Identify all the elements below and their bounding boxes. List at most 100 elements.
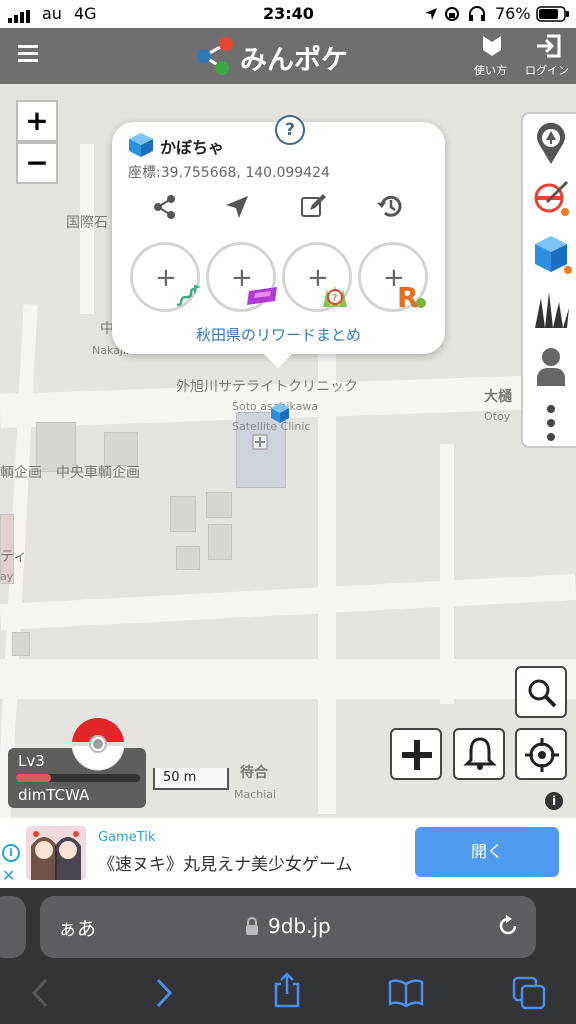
location-arrow-icon <box>424 6 438 25</box>
search-button[interactable] <box>515 666 567 718</box>
reload-icon[interactable] <box>496 914 520 942</box>
scale-bar: 50 m <box>153 768 229 790</box>
ad-close-icon[interactable]: ✕ <box>2 866 15 885</box>
add-route-button[interactable]: + <box>130 242 201 313</box>
notification-button[interactable] <box>453 728 505 780</box>
reward-summary-link[interactable]: 秋田県のリワードまとめ <box>112 324 445 345</box>
map-label: 大樋 <box>484 389 512 405</box>
help-icon[interactable]: ? <box>275 115 305 145</box>
add-mystery-button[interactable]: + ? <box>282 242 352 312</box>
info-icon[interactable]: i <box>545 792 563 810</box>
logo-text[interactable]: みんポケ <box>240 38 348 77</box>
route-flag-icon <box>173 283 201 313</box>
map-label: 中央車輌企画 <box>56 465 140 481</box>
ad-title: 《速ヌキ》丸見えナ美少女ゲーム <box>98 855 353 875</box>
ad-info-icon[interactable]: i <box>2 844 20 862</box>
tabs-icon[interactable] <box>512 976 546 1014</box>
more-options-icon[interactable] <box>546 404 556 446</box>
login-icon[interactable] <box>535 34 561 62</box>
power-spot-icon: R <box>397 281 429 315</box>
building <box>176 546 200 570</box>
crosshair-icon <box>523 736 561 778</box>
player-level: Lv3 <box>18 752 45 770</box>
grass-layer-icon[interactable] <box>533 290 571 334</box>
search-icon <box>526 677 558 713</box>
headphones-icon <box>468 5 486 26</box>
zoom-in-button[interactable]: + <box>16 100 58 142</box>
ad-brand: GameTik <box>98 830 156 845</box>
scale-label: 50 m <box>163 770 197 785</box>
time-label: 23:40 <box>263 4 314 23</box>
map-label: Otoy <box>484 410 511 423</box>
add-pass-button[interactable]: + <box>206 242 279 312</box>
building <box>208 524 232 560</box>
back-icon[interactable] <box>30 978 50 1012</box>
reader-aa-button[interactable]: ぁあ <box>58 914 96 941</box>
popup-pointer <box>262 352 294 368</box>
svg-text:?: ? <box>332 293 337 304</box>
building <box>170 496 196 532</box>
hamburger-menu-icon[interactable] <box>18 44 38 66</box>
map-label: 待合 <box>240 765 268 781</box>
logo-icon <box>194 36 236 80</box>
cube-layer-icon[interactable] <box>533 234 573 280</box>
status-bar: au 4G 23:40 76% <box>0 0 576 28</box>
history-icon[interactable] <box>376 192 404 224</box>
pass-card-icon <box>247 285 279 311</box>
plus-icon <box>400 738 434 776</box>
map-label: ティ <box>0 549 28 565</box>
add-power-spot-button[interactable]: + R <box>358 242 429 315</box>
ad-banner[interactable]: i ✕ GameTik 《速ヌキ》丸見えナ美少女ゲーム 開く <box>0 818 576 888</box>
edit-icon[interactable] <box>300 192 328 224</box>
road <box>440 444 454 704</box>
map-label: 国際石 <box>66 215 108 231</box>
battery-icon <box>536 6 570 26</box>
exp-bar-fill <box>16 774 51 782</box>
locate-me-button[interactable] <box>515 728 567 780</box>
pokestop-cube-icon[interactable] <box>270 402 290 428</box>
pokeball-avatar-icon[interactable] <box>70 716 126 776</box>
bookmarks-icon[interactable] <box>388 978 424 1012</box>
building <box>104 432 138 466</box>
carrier-label: au <box>42 4 62 23</box>
lock-rotation-icon <box>444 6 460 26</box>
person-icon[interactable] <box>535 346 567 390</box>
map-label-clinic: 外旭川サテライトクリニック <box>176 379 358 395</box>
spot-popup: ? かぼちゃ 座標:39.755668, 140.099424 + + + ? … <box>112 115 445 368</box>
svg-text:R: R <box>397 281 419 311</box>
forward-icon[interactable] <box>154 978 174 1012</box>
tree-pin-icon[interactable] <box>535 122 567 170</box>
login-label[interactable]: ログイン <box>525 62 569 78</box>
cube-icon <box>128 132 154 162</box>
url-text[interactable]: 9db.jp <box>268 914 331 938</box>
address-bar[interactable]: ぁあ 9db.jp <box>40 896 536 958</box>
map-label: 輌企画 <box>0 465 42 481</box>
player-name: dimTCWA <box>18 786 90 804</box>
share-sheet-icon[interactable] <box>272 972 302 1014</box>
add-spot-button[interactable] <box>390 728 442 780</box>
spot-title: かぼちゃ <box>160 138 225 157</box>
network-label: 4G <box>74 4 97 23</box>
building <box>12 632 30 656</box>
map-label: Machiai <box>234 788 277 801</box>
app-header: みんポケ 使い方 ログイン <box>0 28 576 84</box>
zoom-out-button[interactable]: − <box>16 142 58 184</box>
building <box>206 492 232 518</box>
howto-icon[interactable] <box>481 34 503 62</box>
howto-label[interactable]: 使い方 <box>474 62 507 78</box>
layer-panel <box>521 112 576 448</box>
pokestop-layer-icon[interactable] <box>533 178 571 222</box>
ad-thumbnail <box>26 826 86 880</box>
navigate-icon[interactable] <box>224 194 250 224</box>
ad-open-button[interactable]: 開く <box>415 827 559 877</box>
hospital-icon <box>252 434 268 454</box>
signal-icon <box>8 8 32 23</box>
prev-tab-preview[interactable] <box>0 896 26 958</box>
road <box>0 573 576 631</box>
spot-coords: 座標:39.755668, 140.099424 <box>128 165 330 181</box>
bell-icon <box>463 736 497 776</box>
share-icon[interactable] <box>152 194 178 224</box>
mystery-grass-icon: ? <box>319 277 353 313</box>
lock-icon <box>244 916 260 940</box>
road <box>0 659 576 699</box>
